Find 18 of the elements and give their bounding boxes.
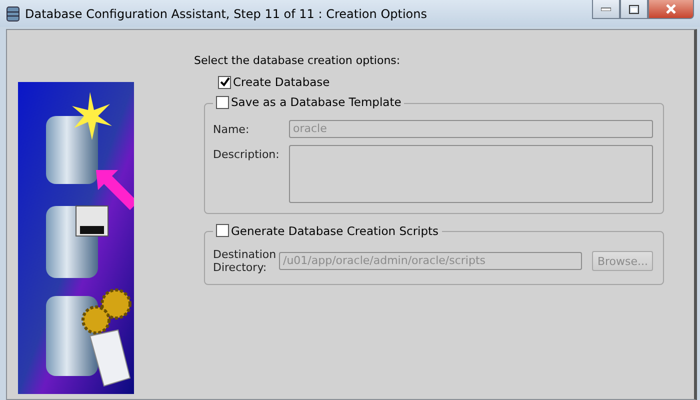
checkbox-label[interactable]: Save as a Database Template <box>231 95 402 109</box>
close-icon <box>665 4 677 14</box>
checkbox[interactable] <box>216 224 229 237</box>
field-label: Description: <box>213 146 280 160</box>
maximize-icon <box>629 4 639 14</box>
checkbox[interactable] <box>218 76 231 88</box>
maximize-button[interactable] <box>620 0 648 19</box>
close-button[interactable] <box>648 0 694 19</box>
checkbox-label[interactable]: Create Database <box>233 75 330 89</box>
instruction-text: Select the database creation options: <box>194 54 402 67</box>
checkbox-label[interactable]: Generate Database Creation Scripts <box>231 224 439 238</box>
minimize-icon <box>601 7 611 11</box>
checkbox[interactable] <box>216 96 229 108</box>
field-label: Destination Directory: <box>213 248 278 274</box>
database-icon <box>6 6 20 22</box>
window-title: Database Configuration Assistant, Step 11 of 11 : Creation Options <box>25 6 427 20</box>
minimize-button[interactable] <box>592 0 620 19</box>
field-label: Name: <box>213 122 250 136</box>
